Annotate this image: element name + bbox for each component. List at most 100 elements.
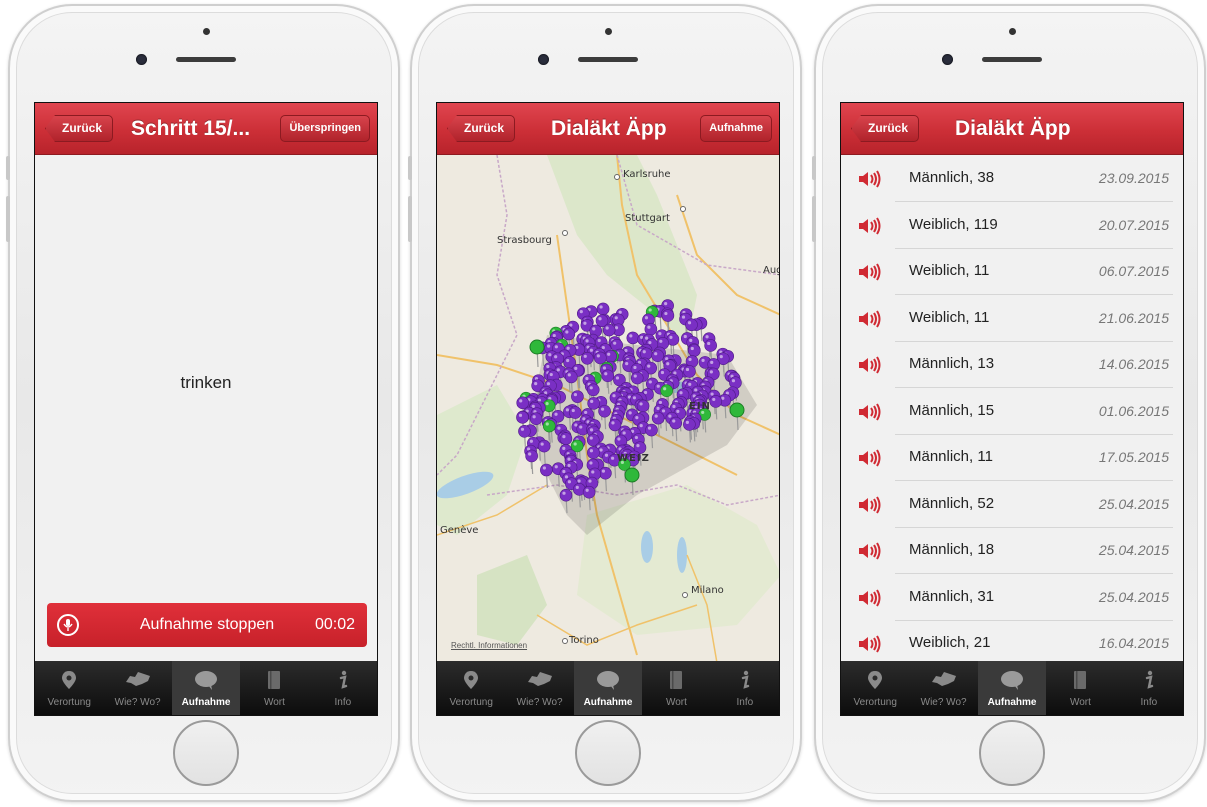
recording-row[interactable]: Männlich, 38 23.09.2015 bbox=[841, 155, 1183, 202]
country-label: EIN bbox=[689, 401, 711, 412]
tab-verortung[interactable]: Verortung bbox=[841, 661, 909, 715]
tab-wort[interactable]: Wort bbox=[1046, 661, 1114, 715]
tab-wie-wo[interactable]: Wie? Wo? bbox=[909, 661, 977, 715]
recording-row[interactable]: Männlich, 11 17.05.2015 bbox=[841, 434, 1183, 481]
recording-row[interactable]: Weiblich, 119 20.07.2015 bbox=[841, 202, 1183, 249]
screen: Zurück Dialäkt Äpp Männlich, 38 23.09.201… bbox=[840, 102, 1184, 716]
phone-map: Zurück Dialäkt Äpp Aufnahme Karlsruhe St… bbox=[408, 4, 802, 802]
recording-date: 14.06.2015 bbox=[1098, 356, 1169, 372]
speaker-icon[interactable] bbox=[857, 448, 883, 473]
speaker-icon[interactable] bbox=[857, 169, 883, 194]
recording-speaker: Männlich, 18 bbox=[909, 541, 995, 558]
recording-row[interactable]: Männlich, 31 25.04.2015 bbox=[841, 574, 1183, 621]
speaker-icon[interactable] bbox=[857, 495, 883, 520]
home-button[interactable] bbox=[173, 720, 239, 786]
location-pin-icon bbox=[463, 670, 479, 695]
tab-aufnahme[interactable]: Aufnahme bbox=[977, 661, 1047, 715]
recording-row[interactable]: Weiblich, 11 21.06.2015 bbox=[841, 295, 1183, 342]
tab-info[interactable]: Info bbox=[1115, 661, 1183, 715]
tab-info[interactable]: Info bbox=[711, 661, 779, 715]
phone-recording: Zurück Schritt 15/... Überspringen trink… bbox=[6, 4, 400, 802]
speaker-icon[interactable] bbox=[857, 262, 883, 287]
recording-speaker: Männlich, 38 bbox=[909, 169, 995, 186]
speech-bubble-icon bbox=[194, 670, 218, 695]
back-button[interactable]: Zurück bbox=[447, 115, 516, 142]
speaker-icon[interactable] bbox=[857, 588, 883, 613]
sensor-dot bbox=[1009, 28, 1016, 35]
home-button[interactable] bbox=[575, 720, 641, 786]
location-pin-icon bbox=[61, 670, 77, 695]
speech-bubble-icon bbox=[596, 670, 620, 695]
page-title: Dialäkt Äpp bbox=[955, 117, 1071, 140]
back-button[interactable]: Zurück bbox=[851, 115, 920, 142]
recording-speaker: Männlich, 15 bbox=[909, 401, 995, 419]
speaker-icon[interactable] bbox=[857, 309, 883, 334]
recording-date: 20.07.2015 bbox=[1098, 216, 1169, 233]
map-view[interactable]: Karlsruhe Stuttgart Strasbourg Aug Genèv… bbox=[437, 155, 779, 663]
skip-button[interactable]: Überspringen bbox=[280, 115, 370, 142]
back-button[interactable]: Zurück bbox=[45, 115, 114, 142]
tab-label: Wort bbox=[263, 697, 285, 708]
speech-bubble-icon bbox=[1000, 670, 1024, 695]
info-icon bbox=[337, 670, 349, 695]
speaker-icon[interactable] bbox=[857, 402, 883, 427]
tab-label: Aufnahme bbox=[583, 697, 633, 708]
recording-date: 25.04.2015 bbox=[1098, 495, 1169, 512]
front-camera bbox=[942, 54, 953, 65]
info-icon bbox=[1143, 670, 1155, 695]
recording-row[interactable]: Männlich, 52 25.04.2015 bbox=[841, 481, 1183, 528]
speaker-icon[interactable] bbox=[857, 634, 883, 659]
tab-wie-wo[interactable]: Wie? Wo? bbox=[505, 661, 573, 715]
recording-content: trinken Aufnahme stoppen 00:02 bbox=[35, 155, 377, 663]
tab-label: Wort bbox=[1069, 697, 1091, 708]
recording-row[interactable]: Weiblich, 11 06.07.2015 bbox=[841, 248, 1183, 295]
switzerland-map-icon bbox=[930, 670, 958, 693]
speaker-icon[interactable] bbox=[857, 355, 883, 380]
tab-verortung[interactable]: Verortung bbox=[35, 661, 103, 715]
recording-row[interactable]: Männlich, 15 01.06.2015 bbox=[841, 388, 1183, 435]
recordings-list: Männlich, 38 23.09.2015 Weiblich, 119 20.07… bbox=[841, 155, 1183, 663]
city-label: Stuttgart bbox=[625, 213, 670, 224]
map-pin[interactable] bbox=[525, 449, 538, 475]
speaker-icon[interactable] bbox=[857, 541, 883, 566]
sensor-dot bbox=[605, 28, 612, 35]
earpiece-speaker bbox=[578, 57, 638, 62]
page-title: Schritt 15/... bbox=[131, 117, 251, 140]
recording-date: 16.04.2015 bbox=[1098, 635, 1169, 651]
tab-bar: Verortung Wie? Wo? Aufnahme Wort Info bbox=[35, 661, 377, 715]
recording-speaker: Männlich, 11 bbox=[909, 448, 993, 465]
volume-up-button bbox=[812, 196, 816, 242]
legal-link[interactable]: Rechtl. Informationen bbox=[451, 641, 527, 650]
speaker-icon[interactable] bbox=[857, 216, 883, 241]
sensor-dot bbox=[203, 28, 210, 35]
navigation-bar: Zurück Schritt 15/... Überspringen bbox=[35, 103, 377, 155]
recording-row[interactable]: Weiblich, 21 16.04.2015 bbox=[841, 620, 1183, 663]
book-icon bbox=[267, 670, 281, 695]
tab-verortung[interactable]: Verortung bbox=[437, 661, 505, 715]
recording-date: 25.04.2015 bbox=[1098, 542, 1169, 558]
tab-wort[interactable]: Wort bbox=[240, 661, 308, 715]
recording-date: 23.09.2015 bbox=[1098, 170, 1169, 186]
country-label: WEIZ bbox=[617, 453, 650, 464]
tab-aufnahme[interactable]: Aufnahme bbox=[573, 661, 643, 715]
screen: Zurück Dialäkt Äpp Aufnahme Karlsruhe St… bbox=[436, 102, 780, 716]
recording-row[interactable]: Männlich, 13 14.06.2015 bbox=[841, 341, 1183, 388]
tab-info[interactable]: Info bbox=[309, 661, 377, 715]
tab-wie-wo[interactable]: Wie? Wo? bbox=[103, 661, 171, 715]
recording-speaker: Weiblich, 119 bbox=[909, 215, 998, 233]
stop-recording-button[interactable]: Aufnahme stoppen 00:02 bbox=[47, 603, 367, 647]
home-button[interactable] bbox=[979, 720, 1045, 786]
mute-switch bbox=[6, 156, 10, 180]
tab-wort[interactable]: Wort bbox=[642, 661, 710, 715]
recording-speaker: Männlich, 13 bbox=[909, 355, 995, 372]
book-icon bbox=[669, 670, 683, 695]
record-button[interactable]: Aufnahme bbox=[700, 115, 772, 142]
tab-label: Wort bbox=[665, 697, 687, 708]
volume-up-button bbox=[6, 196, 10, 242]
recording-row[interactable]: Männlich, 18 25.04.2015 bbox=[841, 527, 1183, 574]
tab-bar: Verortung Wie? Wo? Aufnahme Wort Info bbox=[437, 661, 779, 715]
tab-label: Aufnahme bbox=[181, 697, 231, 708]
recording-timer: 00:02 bbox=[314, 616, 355, 633]
tab-label: Info bbox=[1140, 697, 1158, 708]
tab-aufnahme[interactable]: Aufnahme bbox=[171, 661, 241, 715]
